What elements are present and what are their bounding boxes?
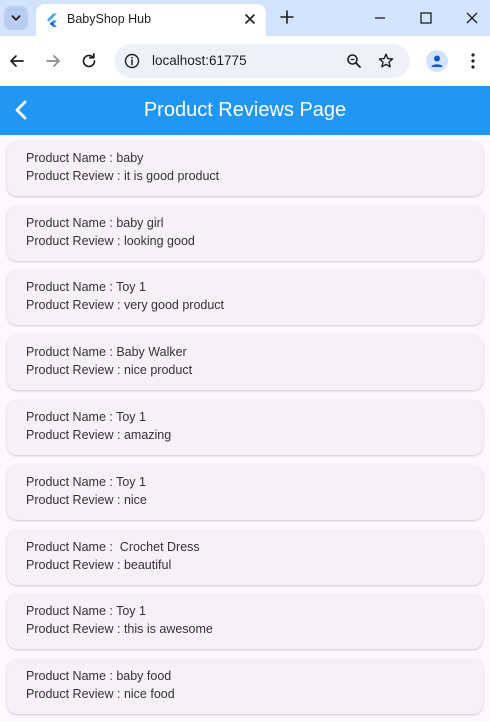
review-card[interactable]: Product Name : Toy 1 Product Review : am… (7, 400, 483, 455)
tab-title: BabyShop Hub (67, 12, 152, 26)
product-name-text: Product Name : Toy 1 (26, 475, 146, 489)
chevron-down-icon (11, 15, 21, 21)
product-name-text: Product Name : Baby Walker (26, 345, 187, 359)
product-review-text: Product Review : nice food (26, 687, 175, 701)
product-review-text: Product Review : nice product (26, 363, 193, 377)
reload-icon[interactable] (79, 51, 99, 71)
review-card[interactable]: Product Name : baby girl Product Review … (7, 206, 483, 261)
product-review-text: Product Review : amazing (26, 428, 172, 442)
browser-toolbar: localhost:61775 (0, 36, 490, 86)
review-card[interactable]: Product Name : Toy 1 Product Review : th… (7, 594, 483, 649)
address-bar[interactable]: localhost:61775 (114, 44, 410, 78)
product-name-text: Product Name : baby girl (26, 216, 164, 230)
review-card[interactable]: Product Name : baby Product Review : it … (7, 141, 483, 196)
site-info-icon[interactable] (123, 52, 141, 70)
kebab-menu-icon[interactable] (466, 51, 480, 71)
reviews-list[interactable]: Product Name : baby Product Review : it … (0, 135, 490, 722)
zoom-icon[interactable] (345, 52, 363, 70)
review-card[interactable]: Product Name : Crochet Dress Product Rev… (7, 530, 483, 585)
browser-tab[interactable]: BabyShop Hub (36, 4, 266, 36)
tab-search-button[interactable] (4, 6, 28, 30)
plus-icon[interactable] (278, 8, 296, 26)
product-review-text: Product Review : it is good product (26, 169, 220, 183)
back-arrow-icon[interactable] (7, 51, 27, 71)
close-icon[interactable] (242, 11, 258, 27)
url-text[interactable]: localhost:61775 (152, 53, 247, 68)
review-card[interactable]: Product Name : Baby Walker Product Revie… (7, 335, 483, 390)
profile-icon (431, 55, 443, 67)
product-name-text: Product Name : Crochet Dress (26, 540, 200, 554)
profile-button[interactable] (426, 50, 448, 72)
maximize-icon[interactable] (417, 9, 435, 27)
review-card[interactable]: Product Name : baby food Product Review … (7, 659, 483, 714)
review-card[interactable]: Product Name : Toy 1 Product Review : ve… (7, 270, 483, 325)
app-bar: Product Reviews Page (0, 86, 490, 135)
product-review-text: Product Review : beautiful (26, 558, 172, 572)
star-icon[interactable] (377, 52, 395, 70)
product-name-text: Product Name : baby (26, 151, 144, 165)
forward-arrow-icon[interactable] (43, 51, 63, 71)
product-name-text: Product Name : baby food (26, 669, 172, 683)
review-card[interactable]: Product Name : Toy 1 Product Review : ni… (7, 465, 483, 520)
product-name-text: Product Name : Toy 1 (26, 604, 146, 618)
product-name-text: Product Name : Toy 1 (26, 280, 146, 294)
browser-tab-strip: BabyShop Hub (0, 0, 490, 36)
product-review-text: Product Review : nice (26, 493, 147, 507)
product-review-text: Product Review : this is awesome (26, 622, 213, 636)
minimize-icon[interactable] (371, 9, 389, 27)
page-title: Product Reviews Page (143, 99, 347, 121)
close-window-icon[interactable] (463, 9, 481, 27)
product-review-text: Product Review : very good product (26, 298, 225, 312)
flutter-icon (47, 13, 57, 27)
product-name-text: Product Name : Toy 1 (26, 410, 146, 424)
product-review-text: Product Review : looking good (26, 234, 195, 248)
